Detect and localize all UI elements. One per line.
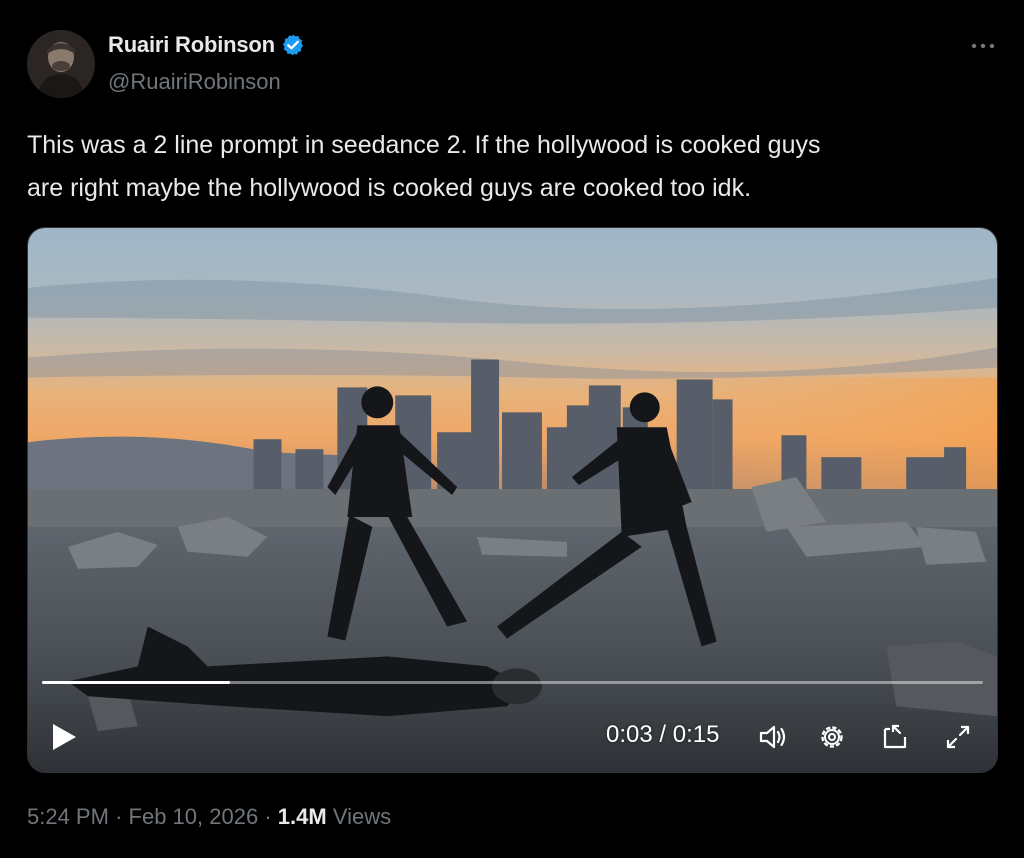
fullscreen-icon[interactable]: [941, 720, 975, 754]
settings-icon[interactable]: [815, 720, 849, 754]
video-current-time: 0:03: [606, 721, 653, 748]
metadata-separator: ·: [264, 804, 272, 829]
tweet-time[interactable]: 5:24 PM: [27, 804, 109, 829]
tweet-text-line-2: are right maybe the hollywood is cooked …: [27, 174, 752, 202]
video-progress-bar[interactable]: [42, 681, 983, 684]
views-label: Views: [332, 804, 392, 829]
video-duration: 0:15: [672, 721, 720, 748]
tweet-metadata: 5:24 PM · Feb 10, 2026 · 1.4M Views: [27, 804, 391, 830]
video-time-separator: /: [659, 721, 667, 748]
picture-in-picture-icon[interactable]: [878, 720, 912, 754]
tweet-date[interactable]: Feb 10, 2026: [129, 804, 259, 829]
views-count: 1.4M: [277, 804, 327, 829]
tweet-text: This was a 2 line prompt in seedance 2. …: [27, 124, 987, 210]
volume-icon[interactable]: [756, 720, 790, 754]
metadata-separator: ·: [115, 804, 123, 829]
verified-badge-icon: [282, 34, 303, 56]
video-time: 0:03 / 0:15: [606, 721, 719, 749]
user-handle[interactable]: @RuairiRobinson: [108, 69, 281, 95]
video-frame: [28, 228, 997, 772]
more-options-icon[interactable]: [968, 36, 998, 56]
tweet-text-line-1: This was a 2 line prompt in seedance 2. …: [27, 131, 821, 159]
avatar[interactable]: [27, 30, 95, 98]
video-player[interactable]: 0:03 / 0:15: [27, 227, 998, 773]
video-progress-fill: [42, 681, 231, 684]
play-icon[interactable]: [50, 722, 78, 752]
display-name[interactable]: Ruairi Robinson: [108, 32, 275, 58]
